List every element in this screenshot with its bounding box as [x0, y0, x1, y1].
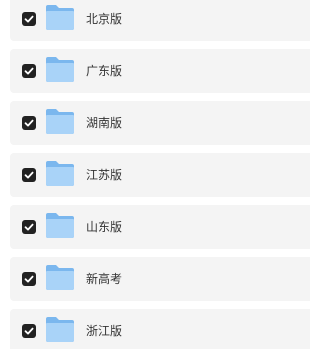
list-item[interactable]: 广东版	[10, 49, 310, 93]
list-item[interactable]: 新高考	[10, 257, 310, 301]
checkbox-checked[interactable]	[22, 12, 36, 26]
item-label: 北京版	[86, 12, 123, 26]
checkmark-icon	[24, 275, 34, 283]
checkmark-icon	[24, 119, 34, 127]
list-item[interactable]: 湖南版	[10, 101, 310, 145]
item-label: 江苏版	[86, 168, 123, 182]
checkbox-checked[interactable]	[22, 168, 36, 182]
folder-icon	[45, 108, 75, 135]
checkmark-icon	[24, 171, 34, 179]
list-item[interactable]: 浙江版	[10, 309, 310, 349]
checkbox-checked[interactable]	[22, 64, 36, 78]
item-label: 新高考	[86, 272, 123, 286]
checkmark-icon	[24, 223, 34, 231]
checkmark-icon	[24, 327, 34, 335]
checkbox-checked[interactable]	[22, 220, 36, 234]
folder-icon	[45, 4, 75, 31]
checkbox-checked[interactable]	[22, 324, 36, 338]
checkbox-checked[interactable]	[22, 272, 36, 286]
folder-icon	[45, 316, 75, 343]
list-item[interactable]: 北京版	[10, 0, 310, 41]
item-label: 山东版	[86, 220, 123, 234]
checkbox-checked[interactable]	[22, 116, 36, 130]
folder-icon	[45, 160, 75, 187]
item-label: 湖南版	[86, 116, 123, 130]
item-label: 广东版	[86, 64, 123, 78]
checkmark-icon	[24, 67, 34, 75]
folder-icon	[45, 264, 75, 291]
checkmark-icon	[24, 15, 34, 23]
list-item[interactable]: 江苏版	[10, 153, 310, 197]
item-label: 浙江版	[86, 324, 123, 338]
list-item[interactable]: 山东版	[10, 205, 310, 249]
folder-list: 北京版 广东版 湖南版 江苏版 山东版 新高考 浙江版	[0, 0, 310, 349]
folder-icon	[45, 212, 75, 239]
folder-icon	[45, 56, 75, 83]
